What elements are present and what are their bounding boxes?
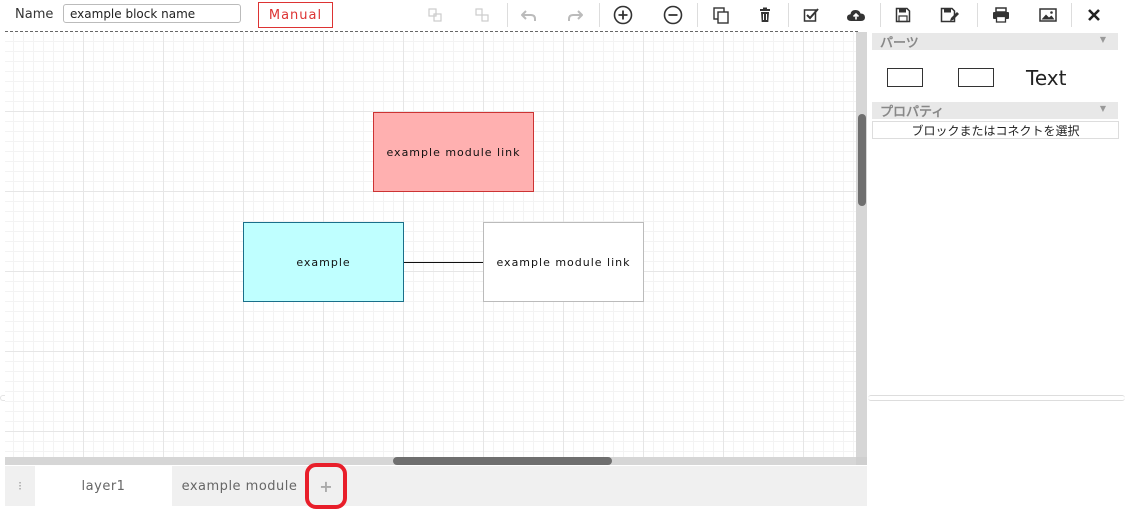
block-name-input[interactable] <box>63 4 241 23</box>
toolbar-separator <box>507 3 508 27</box>
copy-icon[interactable] <box>706 2 736 28</box>
toolbar-separator <box>880 3 881 27</box>
image-export-icon[interactable] <box>1033 2 1063 28</box>
save-icon[interactable] <box>888 2 918 28</box>
ungroup-icon[interactable] <box>467 2 497 28</box>
module-link-block[interactable]: example module link <box>373 112 534 192</box>
part-module-link[interactable] <box>958 68 994 87</box>
example-block[interactable]: example <box>243 222 404 302</box>
top-toolbar: Name Manual <box>0 0 1125 31</box>
part-text[interactable]: Text <box>1026 66 1066 90</box>
collapse-caret-icon[interactable]: ▼ <box>1100 35 1106 44</box>
scroll-corner <box>856 457 867 465</box>
collapse-caret-icon[interactable]: ▼ <box>1100 104 1106 113</box>
parts-panel-header[interactable]: パーツ ▼ <box>872 33 1118 51</box>
panel-resize-handle[interactable] <box>868 395 1125 401</box>
add-tab-button[interactable]: + <box>305 463 347 509</box>
zoom-out-icon[interactable] <box>658 2 688 28</box>
vertical-scrollbar[interactable] <box>856 32 867 457</box>
properties-panel-header[interactable]: プロパティ ▼ <box>872 102 1118 120</box>
properties-message: ブロックまたはコネクトを選択 <box>872 121 1119 139</box>
print-icon[interactable] <box>986 2 1016 28</box>
properties-title: プロパティ <box>880 105 945 120</box>
save-as-icon[interactable] <box>935 2 965 28</box>
panel-resize-handle-left[interactable] <box>0 395 5 401</box>
manual-button[interactable]: Manual <box>258 2 333 28</box>
name-label: Name <box>15 7 54 22</box>
delete-icon[interactable] <box>750 2 780 28</box>
toolbar-separator <box>977 3 978 27</box>
undo-icon[interactable] <box>514 2 544 28</box>
parts-title: パーツ <box>880 36 919 51</box>
tab-layer1[interactable]: layer1 <box>35 466 172 506</box>
vertical-scroll-thumb[interactable] <box>858 114 866 206</box>
zoom-in-icon[interactable] <box>608 2 638 28</box>
tab-example-module[interactable]: example module <box>172 466 307 506</box>
upload-icon[interactable] <box>841 2 871 28</box>
module-link-block[interactable]: example module link <box>483 222 644 302</box>
group-icon[interactable] <box>420 2 450 28</box>
toolbar-separator <box>599 3 600 27</box>
horizontal-scroll-thumb[interactable] <box>393 457 612 465</box>
redo-icon[interactable] <box>560 2 590 28</box>
diagram-canvas[interactable]: example module link example example modu… <box>5 32 856 457</box>
validate-icon[interactable] <box>796 2 826 28</box>
tab-menu-icon[interactable]: ⁝ <box>5 466 35 506</box>
close-icon[interactable] <box>1079 2 1109 28</box>
part-block[interactable] <box>887 68 923 87</box>
toolbar-separator <box>697 3 698 27</box>
connector-line[interactable] <box>404 262 483 263</box>
toolbar-separator <box>1071 3 1072 27</box>
toolbar-separator <box>788 3 789 27</box>
